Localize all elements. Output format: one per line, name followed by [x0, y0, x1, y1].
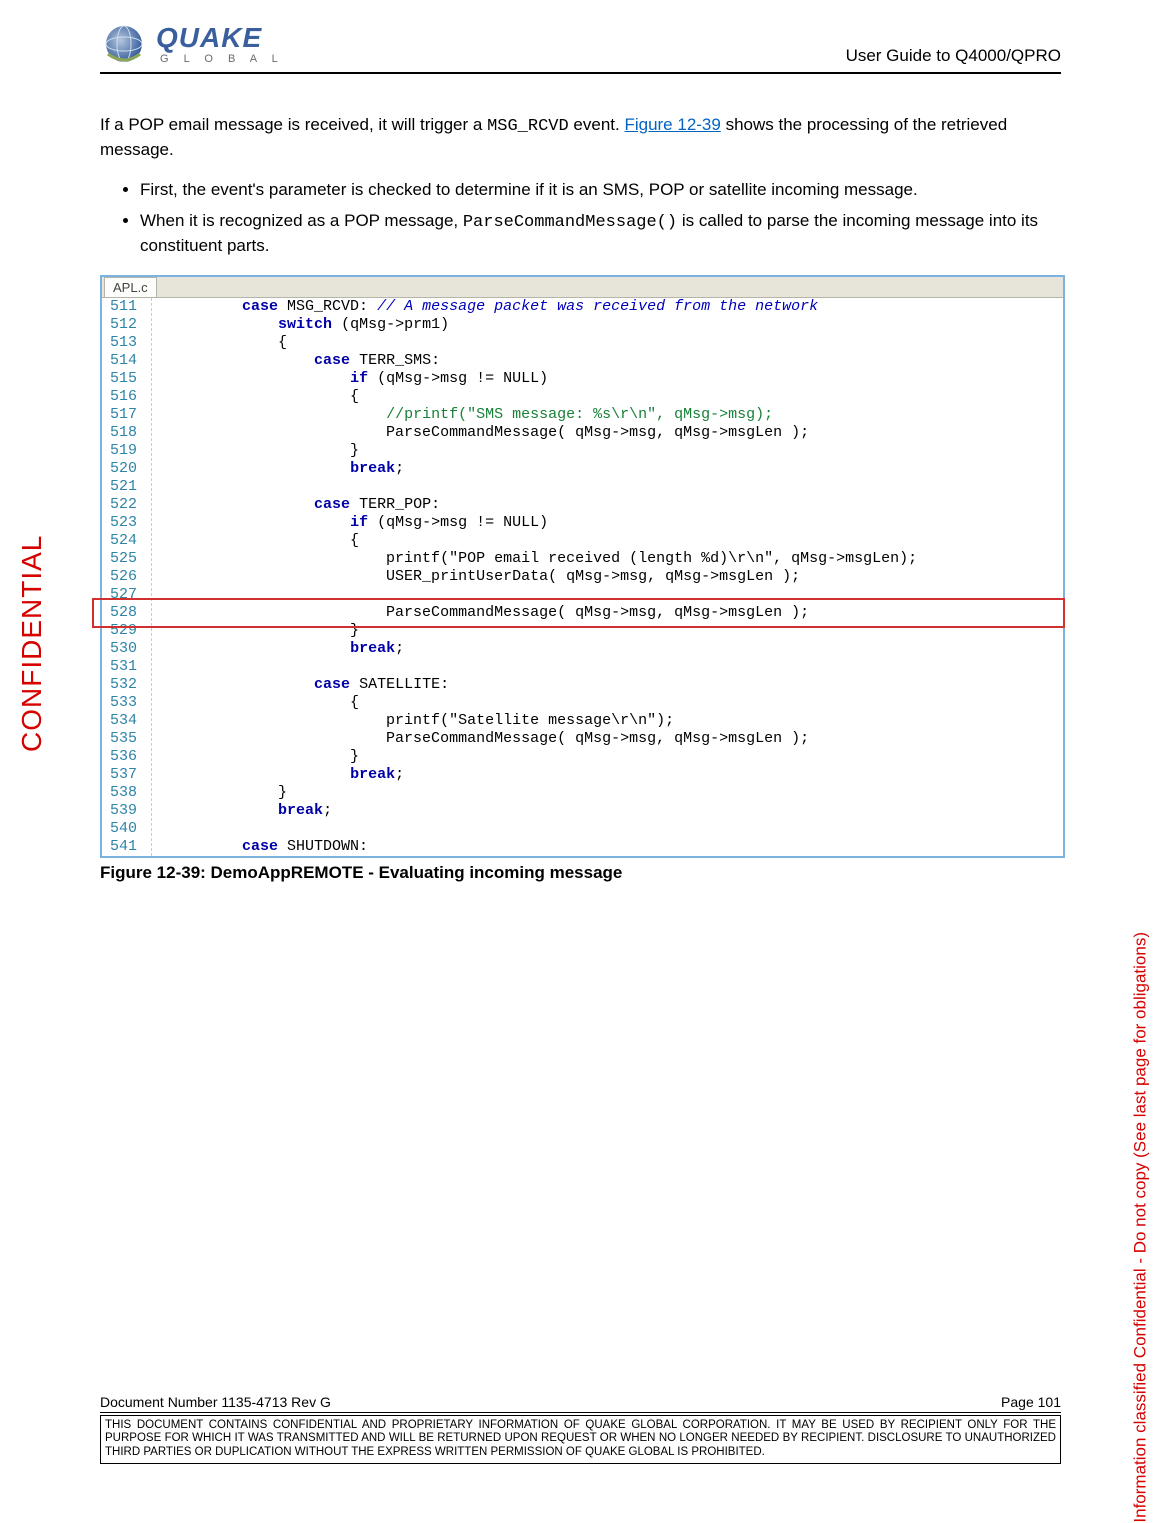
line-number: 528 [102, 604, 151, 622]
line-number: 532 [102, 676, 151, 694]
bullet-2: When it is recognized as a POP message, … [140, 210, 1061, 258]
line-number: 521 [102, 478, 151, 496]
line-number: 522 [102, 496, 151, 514]
line-number: 535 [102, 730, 151, 748]
page-number: Page 101 [1001, 1394, 1061, 1410]
confidential-watermark: CONFIDENTIAL [16, 535, 48, 752]
code-line: USER_printUserData( qMsg->msg, qMsg->msg… [152, 568, 1063, 586]
p1c: event. [569, 115, 625, 134]
line-number: 527 [102, 586, 151, 604]
code-line: printf("POP email received (length %d)\r… [152, 550, 1063, 568]
code-line: } [152, 784, 1063, 802]
code-line: { [152, 334, 1063, 352]
code-line [152, 586, 1063, 604]
code-line: } [152, 748, 1063, 766]
logo-sub: G L O B A L [160, 54, 284, 65]
code-line: if (qMsg->msg != NULL) [152, 370, 1063, 388]
line-number: 541 [102, 838, 151, 856]
logo: QUAKE G L O B A L [100, 20, 284, 68]
code-line: ParseCommandMessage( qMsg->msg, qMsg->ms… [152, 424, 1063, 442]
line-number-gutter: 5115125135145155165175185195205215225235… [102, 298, 152, 856]
figure-ref-link[interactable]: Figure 12-39 [624, 115, 720, 134]
intro-para: If a POP email message is received, it w… [100, 114, 1061, 162]
line-number: 513 [102, 334, 151, 352]
line-number: 512 [102, 316, 151, 334]
line-number: 531 [102, 658, 151, 676]
line-number: 526 [102, 568, 151, 586]
code-line [152, 658, 1063, 676]
line-number: 519 [102, 442, 151, 460]
page-header: QUAKE G L O B A L User Guide to Q4000/QP… [100, 20, 1061, 74]
doc-number: Document Number 1135-4713 Rev G [100, 1394, 331, 1410]
line-number: 537 [102, 766, 151, 784]
figure-caption: Figure 12-39: DemoAppREMOTE - Evaluating… [100, 862, 1061, 885]
line-number: 511 [102, 298, 151, 316]
code-line: printf("Satellite message\r\n"); [152, 712, 1063, 730]
line-number: 540 [102, 820, 151, 838]
code-line: break; [152, 640, 1063, 658]
line-number: 517 [102, 406, 151, 424]
b2a: When it is recognized as a POP message, [140, 211, 463, 230]
code-line: case TERR_SMS: [152, 352, 1063, 370]
code-line: { [152, 388, 1063, 406]
code-line: ParseCommandMessage( qMsg->msg, qMsg->ms… [152, 730, 1063, 748]
line-number: 518 [102, 424, 151, 442]
line-number: 530 [102, 640, 151, 658]
code-line: case TERR_POP: [152, 496, 1063, 514]
line-number: 536 [102, 748, 151, 766]
info-watermark: Information classified Confidential - Do… [1131, 932, 1151, 1523]
code-lines: case MSG_RCVD: // A message packet was r… [152, 298, 1063, 856]
line-number: 539 [102, 802, 151, 820]
line-number: 525 [102, 550, 151, 568]
logo-main: QUAKE [156, 24, 284, 52]
code-line: { [152, 532, 1063, 550]
code-line: break; [152, 802, 1063, 820]
code-line: break; [152, 766, 1063, 784]
editor-tab-bar: APL.c [102, 277, 1063, 298]
page-footer: Document Number 1135-4713 Rev G Page 101… [100, 1394, 1061, 1464]
code-line: if (qMsg->msg != NULL) [152, 514, 1063, 532]
code-line: case SATELLITE: [152, 676, 1063, 694]
code-line: ParseCommandMessage( qMsg->msg, qMsg->ms… [152, 604, 1063, 622]
code-line: case SHUTDOWN: [152, 838, 1063, 856]
p1b: MSG_RCVD [487, 117, 569, 136]
editor-tab[interactable]: APL.c [104, 277, 157, 298]
line-number: 534 [102, 712, 151, 730]
disclaimer: THIS DOCUMENT CONTAINS CONFIDENTIAL AND … [100, 1415, 1061, 1464]
line-number: 520 [102, 460, 151, 478]
b2b: ParseCommandMessage() [463, 213, 677, 232]
line-number: 529 [102, 622, 151, 640]
body-text: If a POP email message is received, it w… [100, 114, 1061, 885]
globe-icon [100, 20, 148, 68]
code-line: { [152, 694, 1063, 712]
p1a: If a POP email message is received, it w… [100, 115, 487, 134]
code-screenshot: APL.c 5115125135145155165175185195205215… [100, 275, 1065, 858]
bullet-1: First, the event's parameter is checked … [140, 179, 1061, 202]
code-line: switch (qMsg->prm1) [152, 316, 1063, 334]
line-number: 516 [102, 388, 151, 406]
line-number: 538 [102, 784, 151, 802]
line-number: 533 [102, 694, 151, 712]
line-number: 524 [102, 532, 151, 550]
code-line: case MSG_RCVD: // A message packet was r… [152, 298, 1063, 316]
code-line: //printf("SMS message: %s\r\n", qMsg->ms… [152, 406, 1063, 424]
line-number: 514 [102, 352, 151, 370]
code-line: } [152, 622, 1063, 640]
doc-title: User Guide to Q4000/QPRO [846, 46, 1061, 66]
line-number: 515 [102, 370, 151, 388]
code-line [152, 478, 1063, 496]
code-line [152, 820, 1063, 838]
code-line: } [152, 442, 1063, 460]
line-number: 523 [102, 514, 151, 532]
code-line: break; [152, 460, 1063, 478]
